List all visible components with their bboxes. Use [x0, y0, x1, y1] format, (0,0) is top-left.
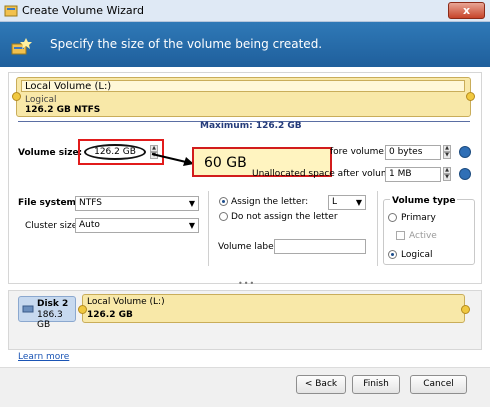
expand-arrow-icon[interactable]: [459, 146, 471, 158]
resize-handle-left[interactable]: [12, 92, 21, 101]
cluster-size-label: Cluster size:: [25, 221, 81, 231]
unallocated-before-spinner[interactable]: ▲ ▼: [443, 145, 451, 159]
cluster-size-select[interactable]: Auto ▼: [75, 218, 199, 233]
divider: [208, 191, 209, 266]
primary-radio[interactable]: [388, 213, 397, 222]
logical-label: Logical: [401, 250, 433, 260]
active-label: Active: [409, 231, 437, 241]
finish-button[interactable]: Finish: [352, 375, 400, 394]
no-letter-label: Do not assign the letter: [231, 212, 338, 222]
no-letter-radio[interactable]: [219, 212, 228, 221]
expand-arrow-icon[interactable]: [459, 168, 471, 180]
splitter-grip[interactable]: •••: [238, 279, 255, 288]
spin-down-icon[interactable]: ▼: [443, 152, 451, 159]
assign-letter-label: Assign the letter:: [231, 197, 309, 207]
active-checkbox[interactable]: [396, 231, 405, 240]
chevron-down-icon: ▼: [355, 198, 362, 207]
callout-arrow: [151, 153, 194, 166]
cancel-button[interactable]: Cancel: [410, 375, 467, 394]
volume-label-input[interactable]: [274, 239, 366, 254]
disk-button[interactable]: Disk 2 186.3 GB: [18, 296, 76, 330]
disk-volume-name: Local Volume (L:): [87, 297, 165, 307]
close-button[interactable]: x: [448, 2, 485, 19]
assign-letter-radio[interactable]: [219, 197, 228, 206]
maximum-size-label: Maximum: 126.2 GB: [200, 121, 302, 131]
primary-label: Primary: [401, 213, 436, 223]
chevron-down-icon: ▼: [188, 199, 195, 208]
disk-size: 186.3 GB: [37, 310, 63, 330]
disk-handle-right[interactable]: [461, 305, 470, 314]
spin-up-icon[interactable]: ▲: [443, 145, 451, 152]
size-callout-text: 60 GB: [204, 155, 247, 171]
volume-size-input[interactable]: 126.2 GB: [84, 144, 146, 160]
wizard-header: Specify the size of the volume being cre…: [0, 22, 490, 67]
unallocated-after-input[interactable]: 1 MB: [385, 167, 441, 182]
disk-name: Disk 2: [37, 299, 69, 309]
logical-radio[interactable]: [388, 250, 397, 259]
unallocated-before-input[interactable]: 0 bytes: [385, 145, 441, 160]
drive-letter-select[interactable]: L ▼: [328, 195, 366, 210]
volume-preview-name: Local Volume (L:): [25, 81, 112, 92]
disk-volume-size: 126.2 GB: [87, 310, 133, 320]
disk-volume-bar[interactable]: Local Volume (L:) 126.2 GB: [82, 294, 465, 323]
volume-preview-type: Logical: [25, 95, 57, 105]
divider: [377, 191, 378, 266]
volume-label-label: Volume label:: [218, 242, 280, 252]
disk-handle-left[interactable]: [78, 305, 87, 314]
unallocated-after-label: Unallocated space after volume:: [252, 169, 399, 179]
volume-preview-bar[interactable]: Local Volume (L:) Logical 126.2 GB NTFS: [16, 77, 471, 117]
volume-size-label: Volume size:: [18, 148, 83, 158]
volume-preview-size: 126.2 GB NTFS: [25, 105, 101, 115]
header-text: Specify the size of the volume being cre…: [50, 37, 323, 51]
drive-letter-value: L: [332, 197, 338, 207]
file-system-value: NTFS: [79, 198, 102, 208]
file-system-label: File system:: [18, 198, 80, 208]
title-bar: Create Volume Wizard x: [0, 0, 490, 22]
app-icon: [4, 5, 18, 17]
chevron-down-icon: ▼: [188, 221, 195, 230]
unallocated-before-label: fore volume:: [330, 147, 387, 157]
volume-type-title: Volume type: [390, 196, 458, 206]
back-button[interactable]: < Back: [296, 375, 346, 394]
resize-handle-right[interactable]: [466, 92, 475, 101]
disk-icon: [22, 305, 34, 313]
window-title: Create Volume Wizard: [22, 4, 144, 17]
cluster-size-value: Auto: [79, 220, 100, 230]
unallocated-after-spinner[interactable]: ▲ ▼: [443, 167, 451, 181]
learn-more-link[interactable]: Learn more: [18, 352, 69, 362]
spin-down-icon[interactable]: ▼: [443, 174, 451, 181]
spin-up-icon[interactable]: ▲: [443, 167, 451, 174]
wizard-icon: [11, 38, 32, 55]
file-system-select[interactable]: NTFS ▼: [75, 196, 199, 211]
